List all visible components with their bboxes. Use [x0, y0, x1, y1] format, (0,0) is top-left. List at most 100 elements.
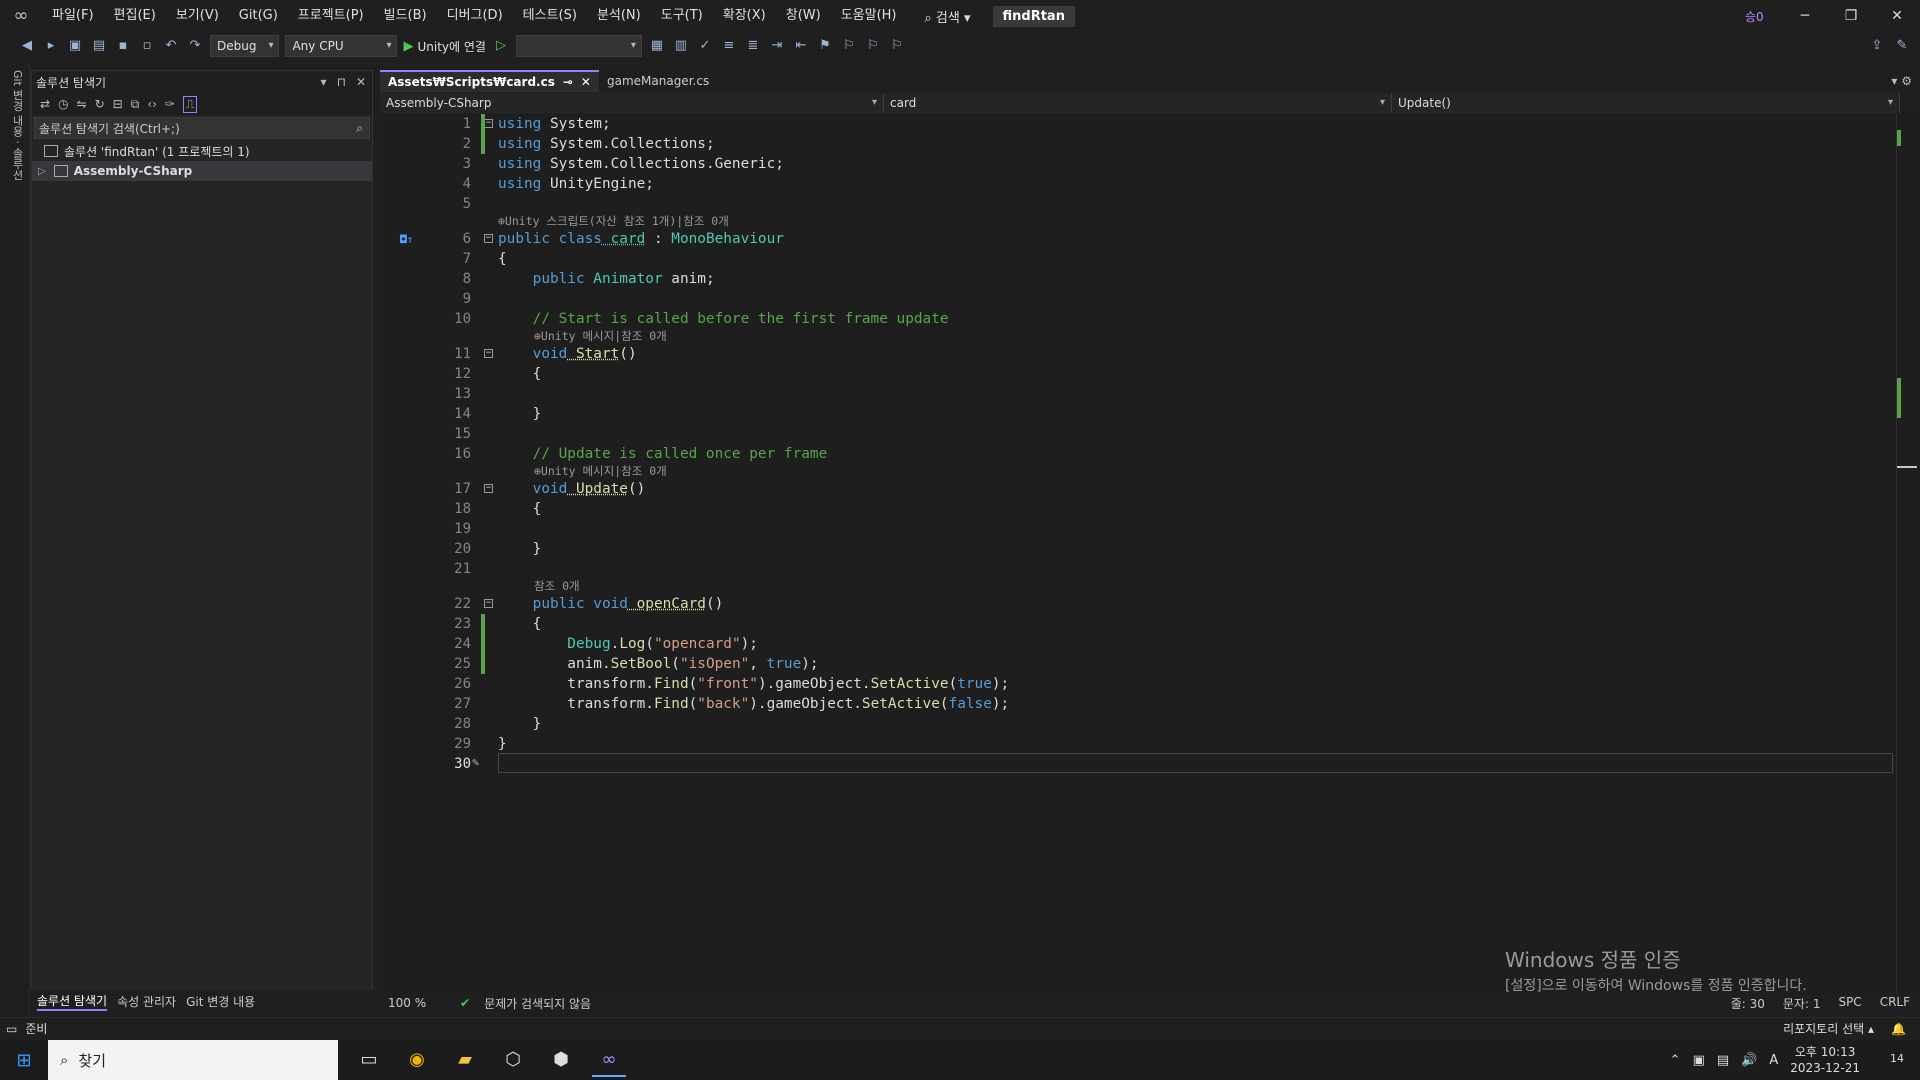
menu-test[interactable]: 테스트(S) [513, 0, 587, 32]
network-icon[interactable]: ▤ [1717, 1053, 1729, 1068]
task-view-icon[interactable]: ▭ [352, 1043, 386, 1077]
undo-icon[interactable]: ↶ [162, 37, 180, 55]
notification-center-badge[interactable]: 14 [1890, 1052, 1904, 1065]
layout-icon[interactable]: ▥ [672, 37, 690, 55]
save-icon[interactable]: ▪ [114, 37, 132, 55]
code-text-area[interactable]: using System; using System.Collections; … [498, 114, 1896, 994]
unity-hub-icon[interactable]: ⬡ [496, 1043, 530, 1077]
preview-icon[interactable]: ⎍ [182, 95, 198, 113]
tab-git-changes[interactable]: Git 변경 내용 [186, 993, 255, 1010]
debug-target-dropdown[interactable] [515, 35, 642, 57]
editor-vertical-scrollbar[interactable] [1896, 114, 1920, 994]
menu-file[interactable]: 파일(F) [42, 0, 104, 32]
menu-project[interactable]: 프로젝트(P) [288, 0, 374, 32]
pending-changes-icon[interactable]: ◷ [58, 97, 68, 111]
codelens-class-references[interactable]: ⊕Unity 스크립트(자산 참조 1개)|참조 0개 [498, 214, 729, 228]
open-file-icon[interactable]: ▤ [90, 37, 108, 55]
share-icon[interactable]: ⇪ [1868, 37, 1886, 55]
menu-edit[interactable]: 편집(E) [104, 0, 166, 32]
tray-overflow-icon[interactable]: ⌃ [1670, 1053, 1681, 1068]
view-code-icon[interactable]: ‹› [147, 97, 157, 111]
codelens-opencard-references[interactable]: 참조 0개 [534, 579, 580, 593]
back-icon[interactable]: ◀ [18, 37, 36, 55]
volume-icon[interactable]: 🔊 [1741, 1053, 1757, 1068]
spell-check-icon[interactable]: ✓ [696, 37, 714, 55]
member-dropdown[interactable]: Update() [1392, 93, 1900, 113]
panel-dropdown-icon[interactable]: ▾ [321, 75, 327, 89]
codelens-start-references[interactable]: ⊕Unity 메시지|참조 0개 [534, 329, 667, 343]
menu-extensions[interactable]: 확장(X) [713, 0, 776, 32]
new-project-icon[interactable]: ▣ [66, 37, 84, 55]
attach-unity-button[interactable]: ▶ Unity에 연결 [403, 38, 485, 55]
fold-toggle-icon[interactable]: − [484, 119, 493, 128]
next-bookmark-icon[interactable]: ⚐ [864, 37, 882, 55]
minimize-window-icon[interactable]: ─ [1782, 0, 1828, 32]
left-strip-tabs[interactable]: Git 변경 내용 · 솔루션 [9, 70, 25, 180]
feedback-icon[interactable]: ✎ [1893, 37, 1911, 55]
solution-platform-dropdown[interactable]: Any CPU [285, 35, 398, 57]
save-all-icon[interactable]: ▫ [138, 37, 156, 55]
close-tab-icon[interactable]: ✕ [581, 71, 591, 93]
menu-view[interactable]: 보기(V) [166, 0, 229, 32]
close-window-icon[interactable]: ✕ [1874, 0, 1920, 32]
panel-pin-icon[interactable]: ⊓ [337, 75, 346, 89]
solution-configuration-dropdown[interactable]: Debug [210, 35, 280, 57]
menu-build[interactable]: 빌드(B) [374, 0, 437, 32]
collapse-all-icon[interactable]: ⊟ [113, 97, 123, 111]
quick-action-pencil-icon[interactable]: ✎ [472, 755, 479, 769]
outdent-icon[interactable]: ⇤ [792, 37, 810, 55]
pin-tab-icon[interactable]: ⊸ [563, 71, 573, 93]
start-without-debugging-icon[interactable]: ▷ [492, 37, 510, 55]
tab-gamemanager-cs[interactable]: gameManager.cs [599, 70, 717, 92]
tab-solution-explorer[interactable]: 솔루션 탐색기 [37, 992, 108, 1011]
menu-git[interactable]: Git(G) [229, 0, 288, 32]
type-dropdown[interactable]: card [884, 93, 1392, 113]
indent-icon[interactable]: ⇥ [768, 37, 786, 55]
properties-icon[interactable]: ✑ [165, 97, 175, 111]
uncomment-icon[interactable]: ≣ [744, 37, 762, 55]
prev-bookmark-icon[interactable]: ⚐ [840, 37, 858, 55]
unity-editor-icon[interactable]: ⬢ [544, 1043, 578, 1077]
menu-window[interactable]: 창(W) [776, 0, 831, 32]
unity-class-marker-icon[interactable]: ◘↑ [400, 233, 413, 246]
panel-close-icon[interactable]: ✕ [356, 75, 366, 89]
sync-icon[interactable]: ⇋ [77, 97, 87, 111]
tray-meet-icon[interactable]: ▣ [1693, 1053, 1705, 1068]
solution-search-input[interactable]: 솔루션 탐색기 검색(Ctrl+;) ⌕ [34, 117, 370, 139]
menu-analyze[interactable]: 분석(N) [587, 0, 651, 32]
tab-property-manager[interactable]: 속성 관리자 [117, 993, 176, 1010]
codelens-update-references[interactable]: ⊕Unity 메시지|참조 0개 [534, 464, 667, 478]
line-ending-mode[interactable]: CRLF [1880, 995, 1910, 1012]
fold-toggle-icon[interactable]: − [484, 599, 493, 608]
comment-icon[interactable]: ≡ [720, 37, 738, 55]
redo-icon[interactable]: ↷ [186, 37, 204, 55]
tree-item-solution[interactable]: 솔루션 'findRtan' (1 프로젝트의 1) [32, 141, 372, 161]
refresh-icon[interactable]: ↻ [95, 97, 105, 111]
tab-card-cs[interactable]: Assets₩Scripts₩card.cs ⊸ ✕ [380, 70, 599, 92]
code-editor[interactable]: 1 2 3 4 5 6 7 8 9 10 11 12 13 14 15 16 1… [380, 114, 1896, 994]
menu-help[interactable]: 도움말(H) [831, 0, 907, 32]
chrome-icon[interactable]: ◉ [400, 1043, 434, 1077]
fold-toggle-icon[interactable]: − [484, 234, 493, 243]
menu-tools[interactable]: 도구(T) [651, 0, 713, 32]
forward-icon[interactable]: ▸ [42, 37, 60, 55]
show-all-files-icon[interactable]: ⧉ [131, 97, 140, 112]
global-search-button[interactable]: ⌕ 검색 ▾ [917, 7, 979, 26]
switch-views-icon[interactable]: ⇄ [40, 97, 50, 111]
ime-indicator[interactable]: A [1769, 1053, 1778, 1068]
file-explorer-icon[interactable]: ▰ [448, 1043, 482, 1077]
visual-studio-icon[interactable]: ∞ [592, 1043, 626, 1077]
whitespace-mode[interactable]: SPC [1838, 995, 1861, 1012]
menu-debug[interactable]: 디버그(D) [437, 0, 513, 32]
windows-start-icon[interactable]: ⊞ [0, 1050, 48, 1071]
taskbar-search-box[interactable]: ⌕ 찾기 [48, 1040, 338, 1080]
fold-toggle-icon[interactable]: − [484, 484, 493, 493]
browse-icon[interactable]: ▦ [648, 37, 666, 55]
taskbar-clock[interactable]: 오후 10:13 2023-12-21 [1790, 1044, 1860, 1076]
tab-list-dropdown-icon[interactable]: ▾ ⚙ [1883, 70, 1920, 92]
clear-bookmarks-icon[interactable]: ⚐ [888, 37, 906, 55]
expand-chevron-icon[interactable]: ▷ [38, 166, 46, 177]
project-dropdown[interactable]: Assembly-CSharp [380, 93, 884, 113]
zoom-dropdown[interactable]: 100 % [380, 996, 446, 1010]
notifications-bell-icon[interactable]: 🔔 [1891, 1022, 1906, 1036]
